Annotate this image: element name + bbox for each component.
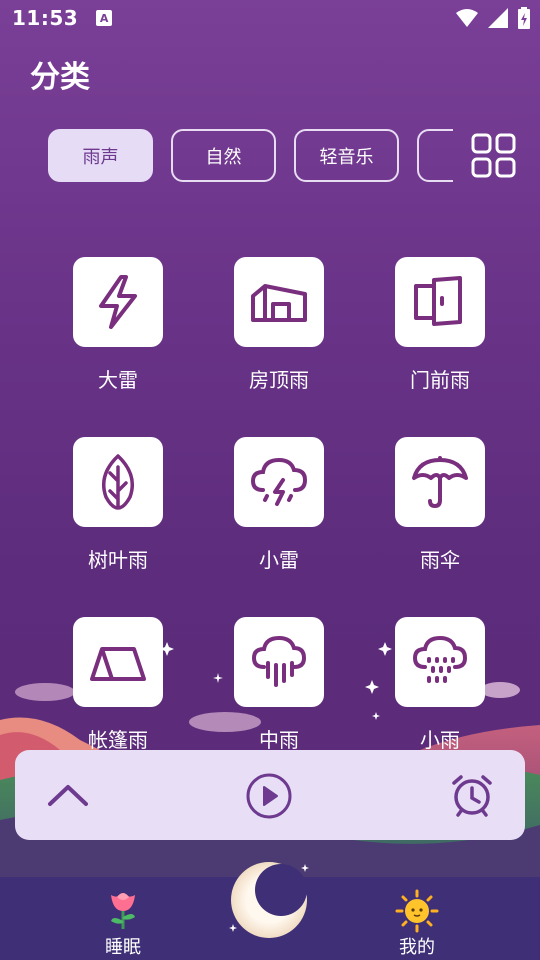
- thunder-cloud-icon: [250, 457, 308, 506]
- sound-label: 小雷: [259, 548, 299, 572]
- leaf-icon: [102, 454, 134, 510]
- battery-icon: [518, 7, 530, 29]
- rain-cloud-icon: [251, 635, 307, 687]
- grid-icon[interactable]: [470, 132, 518, 180]
- sound-label: 中雨: [259, 728, 299, 752]
- page-title: 分类: [30, 60, 90, 95]
- signal-icon: [488, 8, 508, 28]
- status-icons: [456, 7, 530, 29]
- status-time: 11:53: [12, 6, 79, 30]
- sound-label: 小雨: [420, 728, 460, 752]
- chevron-up-icon: [48, 785, 88, 806]
- expand-button[interactable]: [43, 772, 93, 818]
- wifi-icon: [456, 9, 478, 27]
- nav-label: 睡眠: [105, 937, 141, 958]
- sound-item-rooftop-rain[interactable]: 房顶雨: [209, 257, 349, 393]
- sound-label: 树叶雨: [88, 548, 148, 572]
- sound-label: 帐篷雨: [88, 728, 148, 752]
- sound-label: 大雷: [98, 368, 138, 392]
- tab-light-music[interactable]: 轻音乐: [294, 129, 399, 182]
- sound-item-big-thunder[interactable]: 大雷: [48, 257, 188, 393]
- sound-item-door-rain[interactable]: 门前雨: [370, 257, 510, 393]
- sound-label: 门前雨: [410, 368, 470, 392]
- status-bar: 11:53 A: [0, 0, 540, 36]
- alarm-clock-icon: [452, 775, 492, 817]
- category-tabs: 雨声 自然 轻音乐: [48, 129, 453, 183]
- sound-label: 房顶雨: [249, 368, 309, 392]
- tent-icon: [90, 647, 146, 681]
- tab-partial[interactable]: [417, 129, 453, 182]
- alarm-button[interactable]: [449, 772, 495, 818]
- sound-item-small-thunder[interactable]: 小雷: [209, 437, 349, 573]
- tab-rain[interactable]: 雨声: [48, 129, 153, 182]
- rose-icon: [111, 893, 135, 929]
- play-button[interactable]: [245, 772, 293, 820]
- drizzle-cloud-icon: [412, 635, 468, 683]
- rooftop-icon: [251, 284, 307, 322]
- nav-mine[interactable]: 我的: [357, 877, 477, 960]
- umbrella-icon: [412, 456, 468, 508]
- sound-item-umbrella[interactable]: 雨伞: [370, 437, 510, 573]
- lightning-icon: [99, 275, 137, 329]
- sound-item-light-rain[interactable]: 小雨: [370, 617, 510, 753]
- play-icon: [246, 773, 292, 819]
- nav-label: 我的: [399, 937, 435, 958]
- nav-sleep[interactable]: 睡眠: [63, 877, 183, 960]
- sound-item-tent-rain[interactable]: 帐篷雨: [48, 617, 188, 753]
- door-icon: [414, 276, 462, 326]
- sound-item-leaf-rain[interactable]: 树叶雨: [48, 437, 188, 573]
- sun-face-icon: [395, 889, 439, 933]
- tab-nature[interactable]: 自然: [171, 129, 276, 182]
- sound-label: 雨伞: [420, 548, 460, 572]
- notification-badge: A: [96, 10, 113, 26]
- player-bar: [15, 750, 525, 840]
- sound-item-moderate-rain[interactable]: 中雨: [209, 617, 349, 753]
- moon-icon[interactable]: [229, 860, 309, 940]
